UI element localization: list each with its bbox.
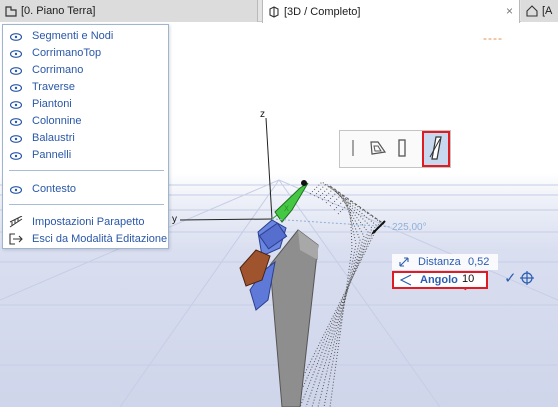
menu-item-label: Corrimano — [32, 63, 84, 76]
tab-floor-plan[interactable]: [0. Piano Terra] — [0, 0, 258, 22]
exit-icon — [9, 232, 23, 245]
menu-item-traverse[interactable]: Traverse — [3, 78, 168, 95]
angle-label: Angolo — [420, 274, 458, 286]
palette-button-offset[interactable] — [367, 134, 390, 164]
menu-separator — [9, 204, 164, 205]
chevron-down-icon: ⌄ — [462, 283, 469, 292]
menu-separator — [9, 170, 164, 171]
axis-x-label: x — [284, 203, 289, 214]
railing-context-menu: Segmenti e Nodi CorrimanoTop Corrimano T… — [2, 24, 169, 249]
top-panel — [274, 182, 309, 223]
pet-palette — [339, 130, 451, 168]
palette-button-rotate[interactable] — [421, 131, 450, 167]
menu-item-label: Pannelli — [32, 148, 72, 161]
menu-item-colonnine[interactable]: Colonnine — [3, 112, 168, 129]
menu-item-label: Balaustri — [32, 131, 75, 144]
eye-icon — [9, 66, 23, 75]
menu-item-segmenti[interactable]: Segmenti e Nodi — [3, 27, 168, 44]
line-icon — [350, 139, 356, 160]
eye-icon — [9, 83, 23, 92]
menu-item-label: Esci da Modalità Editazione — [32, 232, 168, 245]
home-icon — [525, 4, 539, 18]
rotate-segment-icon — [426, 135, 446, 164]
menu-item-corrimano[interactable]: Corrimano — [3, 61, 168, 78]
menu-item-label: Contesto — [32, 182, 77, 195]
menu-item-label: Traverse — [32, 80, 75, 93]
menu-item-label: Segmenti e Nodi — [32, 29, 114, 42]
tab-floor-plan-label: [0. Piano Terra] — [21, 5, 96, 17]
eye-icon — [9, 134, 23, 143]
close-tab-icon[interactable]: × — [506, 4, 513, 18]
tab-other-label: [A — [542, 5, 553, 17]
status-dashes: ---- — [483, 31, 503, 45]
floor-plan-icon — [4, 4, 18, 18]
palette-button-rect[interactable] — [391, 134, 414, 164]
angle-readout: 225,00° — [392, 222, 427, 233]
post-rect-icon — [396, 137, 408, 162]
3d-box-icon — [267, 5, 281, 19]
eye-icon — [9, 151, 23, 160]
menu-item-balaustri[interactable]: Balaustri — [3, 129, 168, 146]
eye-icon — [9, 49, 23, 58]
tab-3d-view[interactable]: [3D / Completo] × — [262, 0, 520, 23]
menu-item-label: Piantoni — [32, 97, 72, 110]
menu-item-pannelli[interactable]: Pannelli — [3, 146, 168, 163]
menu-item-label: Colonnine — [32, 114, 82, 127]
tab-bar: [0. Piano Terra] [3D / Completo] × [A — [0, 0, 558, 23]
menu-item-label: CorrimanoTop — [32, 46, 102, 59]
distance-value: 0,52 — [468, 256, 490, 268]
tracker-angle-row[interactable]: Angolo 10 ⌄ — [392, 271, 488, 292]
menu-item-label: Impostazioni Parapetto — [32, 215, 145, 228]
eye-icon — [9, 117, 23, 126]
menu-item-contesto[interactable]: Contesto — [3, 180, 168, 197]
distance-icon — [398, 256, 410, 268]
tab-other[interactable]: [A — [521, 0, 558, 22]
crosshair-icon[interactable] — [520, 271, 534, 285]
menu-item-piantoni[interactable]: Piantoni — [3, 95, 168, 112]
palette-button-line[interactable] — [342, 134, 365, 164]
tracker-distance-row[interactable]: Distanza 0,52 — [392, 254, 498, 270]
axis-z-label: z — [260, 109, 265, 120]
railing-settings-icon — [9, 215, 23, 228]
menu-item-esci[interactable]: Esci da Modalità Editazione — [3, 230, 168, 247]
distance-label: Distanza — [418, 256, 461, 268]
menu-item-corrimanotop[interactable]: CorrimanoTop — [3, 44, 168, 61]
axis-y-label: y — [172, 214, 177, 225]
tracker: Distanza 0,52 Angolo 10 ⌄ ✓ — [392, 252, 558, 292]
eye-icon — [9, 100, 23, 109]
node-point — [301, 180, 307, 186]
offset-shape-icon — [368, 138, 388, 161]
confirm-check-icon[interactable]: ✓ — [504, 269, 517, 287]
eye-icon — [9, 185, 23, 194]
menu-item-impostazioni[interactable]: Impostazioni Parapetto — [3, 213, 168, 230]
eye-icon — [9, 32, 23, 41]
angle-icon — [399, 274, 412, 286]
tab-3d-view-label: [3D / Completo] — [284, 5, 361, 18]
